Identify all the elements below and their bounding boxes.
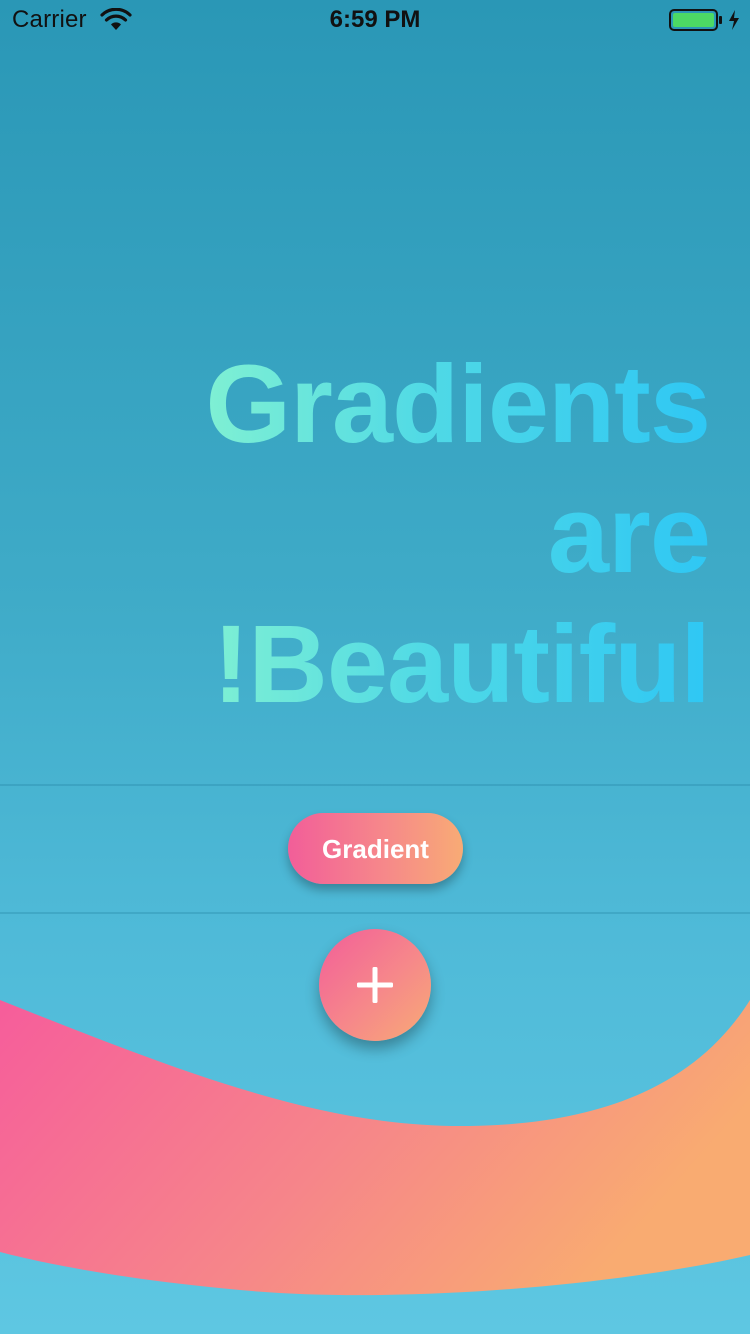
add-button[interactable]: [319, 929, 431, 1041]
headline-line-3: !Beautiful: [206, 600, 711, 730]
plus-icon: [357, 967, 393, 1003]
status-time: 6:59 PM: [329, 6, 421, 33]
battery-charging-icon: [669, 9, 722, 31]
divider-top: [0, 784, 750, 786]
status-bar: Carrier 6:59 PM: [0, 0, 750, 40]
divider-bottom: [0, 912, 750, 914]
charging-bolt-icon: [729, 10, 739, 30]
headline-line-2: are: [206, 470, 711, 600]
headline: Gradients are !Beautiful: [206, 340, 711, 730]
headline-line-1: Gradients: [206, 340, 711, 470]
gradient-button[interactable]: Gradient: [288, 813, 463, 884]
